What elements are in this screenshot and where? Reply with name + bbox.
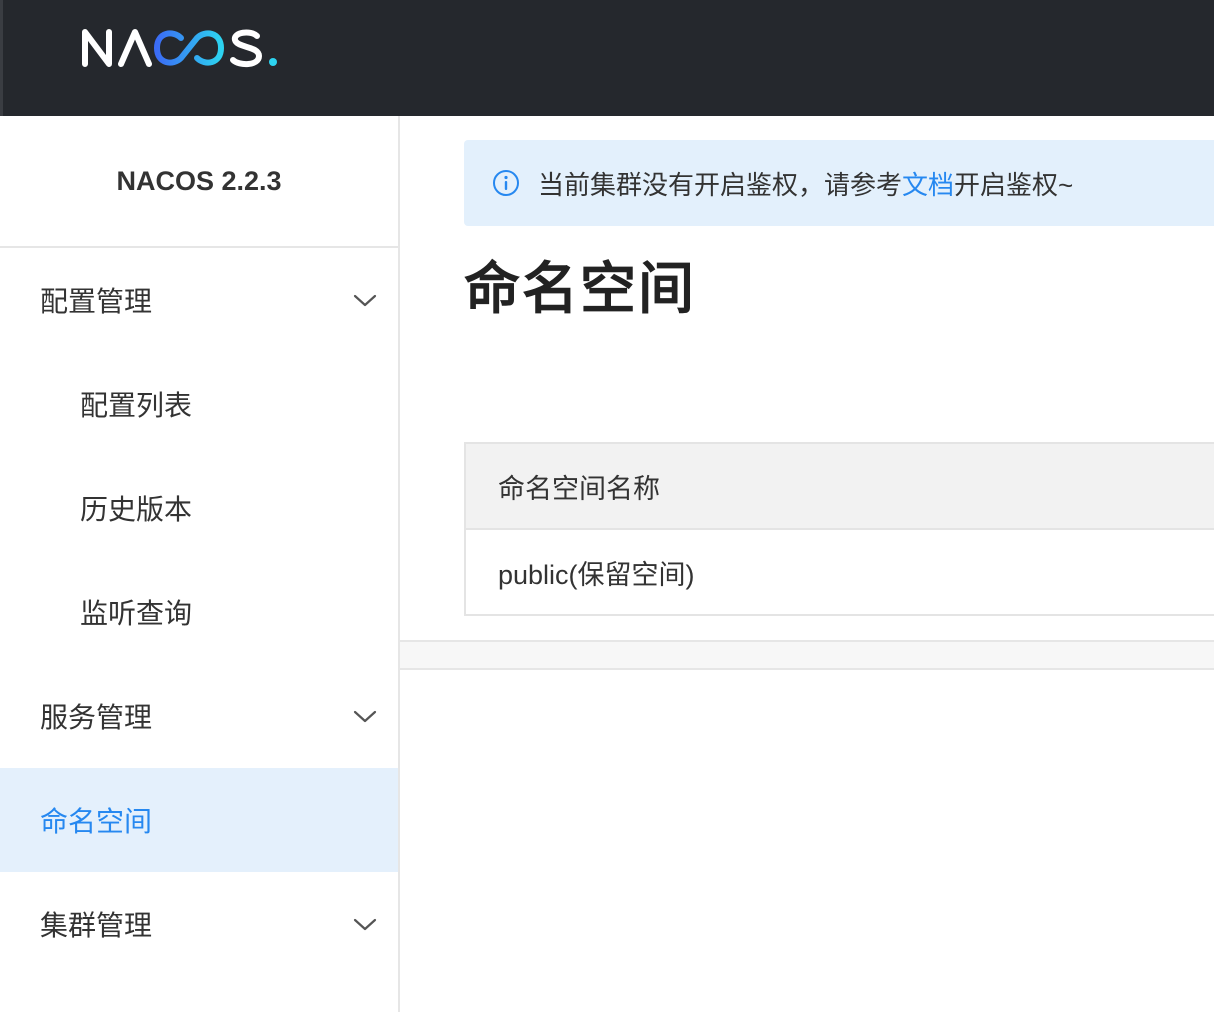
table-header-namespace-name: 命名空间名称 — [466, 444, 1214, 530]
menu-item-config-list[interactable]: 配置列表 — [0, 352, 398, 456]
menu-label: 服务管理 — [40, 702, 153, 733]
docs-link[interactable]: 文档 — [902, 165, 954, 202]
sidebar: NACOS 2.2.3 配置管理 配置列表 历史版本 监听查询 服务管理 命名空… — [0, 116, 400, 1012]
sidebar-menu: 配置管理 配置列表 历史版本 监听查询 服务管理 命名空间 集群管理 — [0, 248, 398, 976]
table-footer-divider — [400, 640, 1214, 670]
menu-label: 命名空间 — [40, 806, 153, 837]
menu-group-config-management[interactable]: 配置管理 — [0, 248, 398, 352]
menu-label: 配置管理 — [40, 286, 153, 317]
menu-label: 配置列表 — [80, 390, 193, 421]
chevron-down-icon — [353, 710, 377, 723]
menu-label: 集群管理 — [40, 910, 153, 941]
info-icon — [493, 170, 519, 196]
menu-label: 历史版本 — [80, 494, 193, 525]
chevron-down-icon — [353, 294, 377, 307]
menu-item-history-versions[interactable]: 历史版本 — [0, 456, 398, 560]
top-header-bar — [0, 0, 1214, 116]
menu-item-namespace[interactable]: 命名空间 — [0, 768, 398, 872]
table-row: public(保留空间) — [466, 530, 1214, 616]
chevron-down-icon — [353, 918, 377, 931]
sidebar-title: NACOS 2.2.3 — [0, 116, 398, 248]
nacos-logo[interactable] — [81, 24, 281, 72]
namespace-table: 命名空间名称 public(保留空间) — [464, 442, 1214, 616]
notice-text: 当前集群没有开启鉴权，请参考 — [538, 169, 903, 200]
page-title: 命名空间 — [464, 257, 696, 320]
main-content: 当前集群没有开启鉴权，请参考 文档 开启鉴权~ 命名空间 命名空间名称 public… — [400, 116, 1214, 1012]
menu-label: 监听查询 — [80, 598, 193, 629]
auth-notice-banner: 当前集群没有开启鉴权，请参考 文档 开启鉴权~ — [464, 140, 1214, 226]
menu-group-service-management[interactable]: 服务管理 — [0, 664, 398, 768]
notice-text-suffix: 开启鉴权~ — [954, 169, 1074, 200]
menu-group-cluster-management[interactable]: 集群管理 — [0, 872, 398, 976]
menu-item-listener-query[interactable]: 监听查询 — [0, 560, 398, 664]
